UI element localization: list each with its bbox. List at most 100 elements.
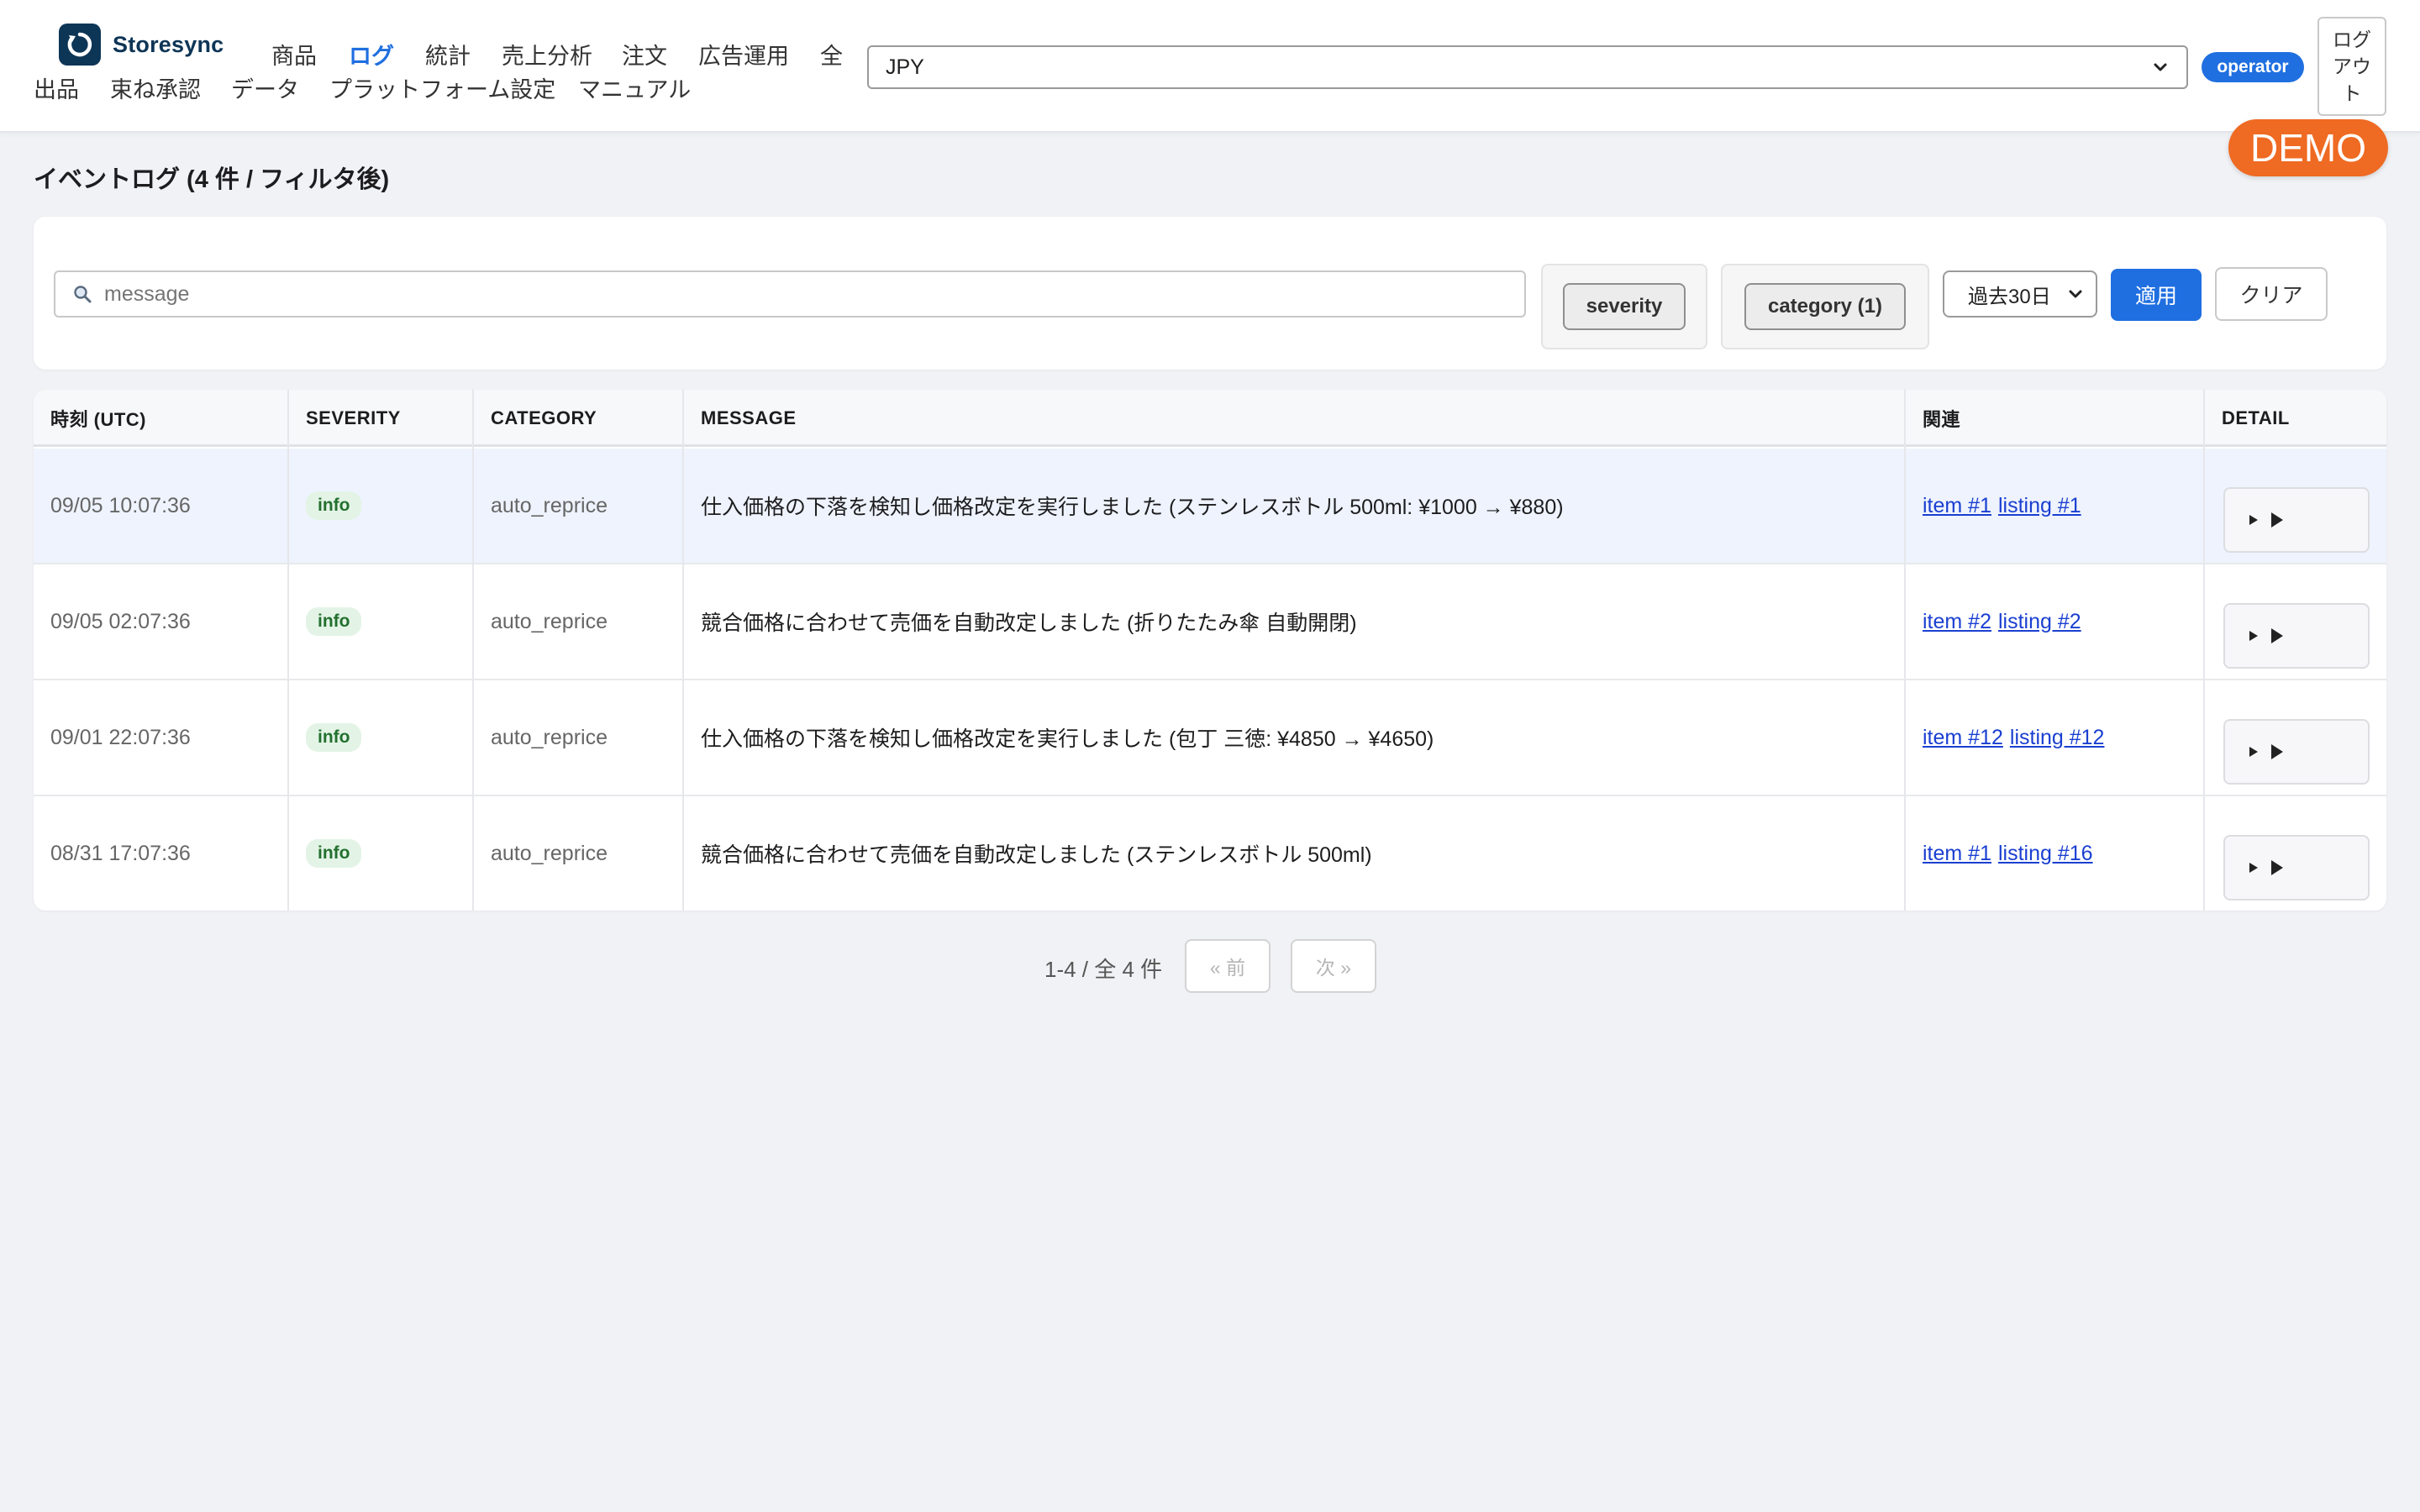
header-related: 関連 [1923,409,1961,430]
disclosure-triangle-icon [2249,631,2258,641]
play-arrow-icon [2271,860,2283,875]
column-divider [472,390,474,911]
brand-logo-icon [59,24,101,66]
detail-toggle-button[interactable] [2223,487,2370,553]
play-arrow-icon [2271,628,2283,643]
header-time: 時刻 (UTC) [50,409,146,430]
top-header: Storesync 商品 ログ 統計 売上分析 注文 広告運用 全 出品 束ね承… [0,0,2420,133]
chevron-down-icon [2154,63,2167,71]
table-row[interactable]: 09/01 22:07:36 info auto_reprice 仕入価格の下落… [34,680,2386,796]
nav-ads[interactable]: 広告運用 [698,45,789,68]
row-category: auto_reprice [491,493,608,517]
row-message: 競合価格に合わせて売価を自動改定しました (ステンレスボトル 500ml) [701,843,1372,867]
detail-toggle-button[interactable] [2223,719,2370,785]
table-row[interactable]: 09/05 02:07:36 info auto_reprice 競合価格に合わ… [34,564,2386,680]
detail-toggle-button[interactable] [2223,835,2370,900]
search-field[interactable] [54,270,1526,318]
category-filter-button[interactable]: category (1) [1744,283,1907,330]
row-category: auto_reprice [491,841,608,865]
search-icon [74,286,92,303]
row-message: 仕入価格の下落を検知し価格改定を実行しました (包丁 三徳: ¥4850 → ¥… [701,727,1434,751]
column-divider [1904,390,1906,911]
header-severity: SEVERITY [306,407,401,428]
detail-toggle-button[interactable] [2223,603,2370,669]
listing-link[interactable]: listing #1 [1998,494,2081,518]
table-header: 時刻 (UTC) SEVERITY CATEGORY MESSAGE 関連 DE… [34,390,2386,447]
row-time: 09/05 02:07:36 [50,609,191,633]
clear-button[interactable]: クリア [2215,267,2328,321]
brand[interactable]: Storesync [59,24,224,66]
prev-page-button[interactable]: « 前 [1185,939,1270,993]
event-log-table: 時刻 (UTC) SEVERITY CATEGORY MESSAGE 関連 DE… [34,390,2386,911]
nav-products[interactable]: 商品 [271,45,317,68]
listing-link[interactable]: listing #16 [1998,842,2093,866]
nav-stats[interactable]: 統計 [425,45,471,68]
table-row[interactable]: 09/05 10:07:36 info auto_reprice 仕入価格の下落… [34,449,2386,564]
row-category: auto_reprice [491,609,608,633]
nav-orders[interactable]: 注文 [622,45,667,68]
role-badge: operator [2202,52,2304,82]
row-related: item #1 listing #16 [1906,796,2100,911]
play-arrow-icon [2271,512,2283,528]
item-link[interactable]: item #12 [1923,726,2003,750]
play-arrow-icon [2271,744,2283,759]
row-time: 09/05 10:07:36 [50,493,191,517]
severity-filter-group: severity [1541,264,1707,349]
listing-link[interactable]: listing #2 [1998,610,2081,634]
row-severity: info [289,449,362,563]
header-detail: DETAIL [2222,407,2290,428]
row-related: item #12 listing #12 [1906,680,2111,795]
filter-bar: severity category (1) 過去30日 適用 クリア [34,217,2386,370]
item-link[interactable]: item #1 [1923,494,1991,518]
row-related: item #1 listing #1 [1906,449,2088,563]
date-range-select[interactable]: 過去30日 [1943,270,2097,318]
demo-badge: DEMO [2228,119,2388,176]
apply-button[interactable]: 適用 [2111,269,2202,321]
nav-sales-analysis[interactable]: 売上分析 [502,45,592,68]
nav-listings[interactable]: 出品 [34,79,79,102]
row-severity: info [289,796,362,911]
nav-all-prefix[interactable]: 全 [820,45,843,68]
nav-logs[interactable]: ログ [349,45,394,68]
table-row[interactable]: 08/31 17:07:36 info auto_reprice 競合価格に合わ… [34,796,2386,911]
severity-badge: info [306,491,362,520]
row-related: item #2 listing #2 [1906,564,2088,679]
item-link[interactable]: item #2 [1923,610,1991,634]
severity-badge: info [306,607,362,636]
chevron-down-icon [2069,290,2082,298]
row-category: auto_reprice [491,725,608,749]
disclosure-triangle-icon [2249,747,2258,757]
currency-value: JPY [886,55,924,79]
currency-select[interactable]: JPY [867,45,2188,89]
row-time: 09/01 22:07:36 [50,725,191,749]
row-time: 08/31 17:07:36 [50,841,191,865]
row-message: 仕入価格の下落を検知し価格改定を実行しました (ステンレスボトル 500ml: … [701,496,1564,519]
page-title: イベントログ (4 件 / フィルタ後) [34,166,390,193]
row-severity: info [289,680,362,795]
pagination-info: 1-4 / 全 4 件 [1044,957,1163,982]
category-filter-group: category (1) [1721,264,1929,349]
severity-filter-button[interactable]: severity [1562,283,1686,330]
listing-link[interactable]: listing #12 [2010,726,2105,750]
row-severity: info [289,564,362,679]
column-divider [2203,390,2205,911]
header-message: MESSAGE [701,407,797,428]
severity-badge: info [306,723,362,752]
nav-data[interactable]: データ [231,79,299,102]
brand-name: Storesync [113,31,224,57]
search-input[interactable] [104,281,1449,307]
nav-bundle-approval[interactable]: 束ね承認 [110,79,201,102]
header-category: CATEGORY [491,407,597,428]
nav-platform-settings[interactable]: プラットフォーム設定 [329,79,555,102]
item-link[interactable]: item #1 [1923,842,1991,866]
column-divider [287,390,289,911]
disclosure-triangle-icon [2249,863,2258,873]
row-message: 競合価格に合わせて売価を自動改定しました (折りたたみ傘 自動開閉) [701,612,1357,635]
severity-badge: info [306,839,362,868]
column-divider [682,390,684,911]
logout-button[interactable]: ログアウト [2317,17,2386,116]
nav-manual[interactable]: マニュアル [578,79,691,102]
disclosure-triangle-icon [2249,515,2258,525]
date-range-value: 過去30日 [1968,285,2051,308]
next-page-button[interactable]: 次 » [1291,939,1376,993]
